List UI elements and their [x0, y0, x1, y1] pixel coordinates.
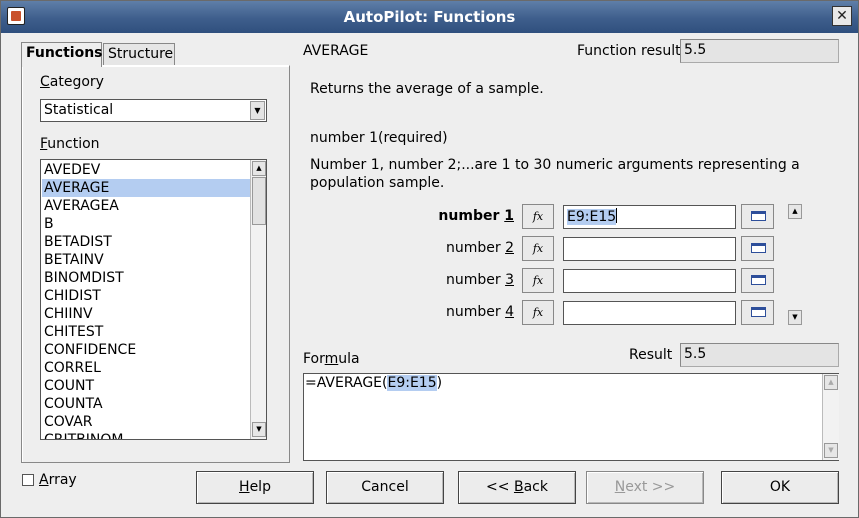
scroll-up-icon[interactable]: ▲: [824, 375, 838, 390]
function-list-item[interactable]: COUNT: [42, 377, 251, 395]
title-bar[interactable]: AutoPilot: Functions ✕: [1, 1, 858, 33]
category-value: Statistical: [44, 102, 114, 118]
ok-button[interactable]: OK: [721, 471, 839, 504]
shrink-dialog-icon[interactable]: [741, 236, 774, 261]
function-wizard-icon[interactable]: fx: [522, 300, 554, 325]
arg-input-4[interactable]: [563, 301, 736, 325]
arg-input-1[interactable]: E9:E15: [563, 205, 736, 229]
function-wizard-icon[interactable]: fx: [522, 204, 554, 229]
function-list[interactable]: AVEDEV AVERAGE AVERAGEA B BETADIST BETAINV BIN…: [40, 159, 267, 440]
function-label: Function: [40, 136, 100, 152]
function-list-item[interactable]: COUNTA: [42, 395, 251, 413]
function-list-item[interactable]: B: [42, 215, 251, 233]
next-button[interactable]: Next >>: [586, 471, 704, 504]
function-list-item[interactable]: COVAR: [42, 413, 251, 431]
scroll-down-icon[interactable]: ▼: [252, 422, 266, 437]
shrink-dialog-icon[interactable]: [741, 204, 774, 229]
function-list-item[interactable]: CHIINV: [42, 305, 251, 323]
function-wizard-icon[interactable]: fx: [522, 236, 554, 261]
tab-structure[interactable]: Structure: [103, 43, 175, 67]
function-list-item[interactable]: CRITBINOM: [42, 431, 251, 439]
function-list-item[interactable]: CONFIDENCE: [42, 341, 251, 359]
arg-label-3: number 3: [445, 272, 514, 288]
function-list-item[interactable]: AVERAGEA: [42, 197, 251, 215]
cancel-button[interactable]: Cancel: [326, 471, 444, 504]
function-list-item[interactable]: BETADIST: [42, 233, 251, 251]
category-label: Category: [40, 74, 104, 90]
scroll-down-icon[interactable]: ▼: [788, 310, 802, 325]
arg-label-2: number 2: [445, 240, 514, 256]
argument-title: number 1(required): [310, 130, 448, 146]
formula-label: Formula: [303, 351, 360, 367]
scroll-down-icon[interactable]: ▼: [824, 443, 838, 458]
result-label: Result: [629, 347, 673, 363]
argument-description-line2: population sample.: [310, 175, 445, 191]
shrink-dialog-icon[interactable]: [741, 268, 774, 293]
scroll-up-icon[interactable]: ▲: [788, 204, 802, 219]
arg-label-1: number 1: [438, 208, 514, 224]
array-checkbox[interactable]: [22, 474, 34, 486]
tab-functions[interactable]: Functions: [21, 42, 103, 67]
function-wizard-icon[interactable]: fx: [522, 268, 554, 293]
help-button[interactable]: Help: [196, 471, 314, 504]
function-list-scrollbar[interactable]: ▲ ▼: [250, 160, 266, 439]
function-result-label: Function result: [577, 43, 681, 59]
scroll-up-icon[interactable]: ▲: [252, 161, 266, 176]
window-title: AutoPilot: Functions: [343, 8, 516, 26]
argument-scrollbar[interactable]: ▲ ▼: [787, 203, 804, 327]
result-value: 5.5: [680, 343, 839, 367]
function-list-item[interactable]: BETAINV: [42, 251, 251, 269]
back-button[interactable]: << Back: [458, 471, 576, 504]
category-dropdown[interactable]: Statistical ▼: [40, 99, 267, 122]
function-list-item[interactable]: CHIDIST: [42, 287, 251, 305]
formula-editor[interactable]: =AVERAGE(E9:E15) ▲ ▼: [303, 373, 839, 461]
argument-description-line1: Number 1, number 2;...are 1 to 30 numeri…: [310, 157, 800, 173]
function-result-value: 5.5: [680, 39, 839, 63]
function-list-item[interactable]: BINOMDIST: [42, 269, 251, 287]
function-description: Returns the average of a sample.: [310, 81, 544, 97]
arg-label-4: number 4: [445, 304, 514, 320]
array-label: Array: [39, 472, 77, 488]
function-list-item[interactable]: CHITEST: [42, 323, 251, 341]
arg-input-2[interactable]: [563, 237, 736, 261]
formula-text: =AVERAGE(E9:E15): [305, 375, 443, 391]
function-list-item[interactable]: AVEDEV: [42, 161, 251, 179]
scroll-thumb[interactable]: [252, 177, 266, 225]
function-list-item[interactable]: CORREL: [42, 359, 251, 377]
autopilot-functions-dialog: AutoPilot: Functions ✕ Functions Structu…: [0, 0, 859, 518]
chevron-down-icon[interactable]: ▼: [250, 101, 265, 120]
function-name: AVERAGE: [303, 43, 369, 59]
close-icon[interactable]: ✕: [832, 6, 852, 26]
function-list-item[interactable]: AVERAGE: [42, 179, 251, 197]
formula-scrollbar[interactable]: ▲ ▼: [822, 374, 839, 460]
arg-input-3[interactable]: [563, 269, 736, 293]
shrink-dialog-icon[interactable]: [741, 300, 774, 325]
